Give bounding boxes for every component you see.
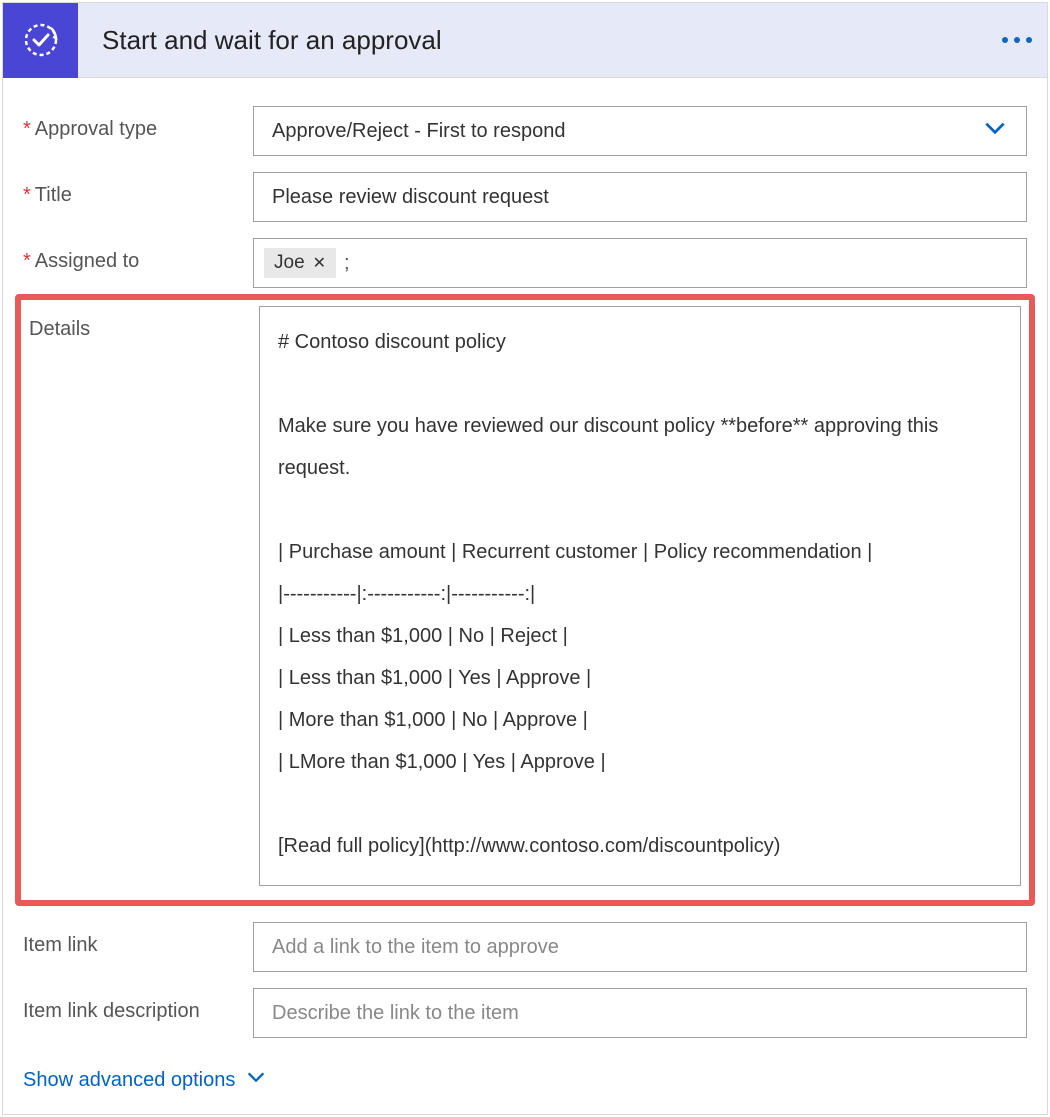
field-label: Item link bbox=[23, 922, 253, 957]
field-label: Details bbox=[29, 306, 259, 341]
field-row-details: Details bbox=[29, 306, 1021, 892]
card-title: Start and wait for an approval bbox=[78, 25, 987, 56]
select-value: Approve/Reject - First to respond bbox=[272, 120, 565, 143]
field-label: *Title bbox=[23, 172, 253, 207]
field-label: *Assigned to bbox=[23, 238, 253, 273]
title-input[interactable] bbox=[253, 172, 1027, 222]
field-row-assigned-to: *Assigned to Joe ✕ ; bbox=[23, 238, 1027, 288]
item-link-input[interactable] bbox=[253, 922, 1027, 972]
chevron-down-icon bbox=[245, 1066, 267, 1094]
details-textarea[interactable] bbox=[259, 306, 1021, 886]
person-tag: Joe ✕ bbox=[264, 248, 336, 278]
show-advanced-options-link[interactable]: Show advanced options bbox=[23, 1066, 267, 1094]
field-row-approval-type: *Approval type Approve/Reject - First to… bbox=[23, 106, 1027, 156]
field-row-item-link: Item link bbox=[23, 922, 1027, 972]
ellipsis-icon bbox=[1002, 37, 1008, 43]
link-label: Show advanced options bbox=[23, 1069, 235, 1092]
field-label: Item link description bbox=[23, 988, 253, 1023]
assigned-to-input[interactable]: Joe ✕ ; bbox=[253, 238, 1027, 288]
details-highlight-region: Details bbox=[15, 294, 1035, 906]
item-link-description-input[interactable] bbox=[253, 988, 1027, 1038]
card-header: Start and wait for an approval bbox=[3, 3, 1047, 78]
field-row-title: *Title bbox=[23, 172, 1027, 222]
chevron-down-icon bbox=[982, 115, 1008, 147]
field-row-item-link-description: Item link description bbox=[23, 988, 1027, 1038]
card-body: *Approval type Approve/Reject - First to… bbox=[3, 78, 1047, 1114]
approval-action-card: Start and wait for an approval *Approval… bbox=[2, 2, 1048, 1115]
approval-check-icon bbox=[3, 3, 78, 78]
approval-type-select[interactable]: Approve/Reject - First to respond bbox=[253, 106, 1027, 156]
tag-label: Joe bbox=[274, 252, 305, 274]
separator: ; bbox=[344, 252, 350, 275]
remove-tag-button[interactable]: ✕ bbox=[313, 253, 326, 273]
field-label: *Approval type bbox=[23, 106, 253, 141]
more-menu-button[interactable] bbox=[987, 37, 1047, 43]
